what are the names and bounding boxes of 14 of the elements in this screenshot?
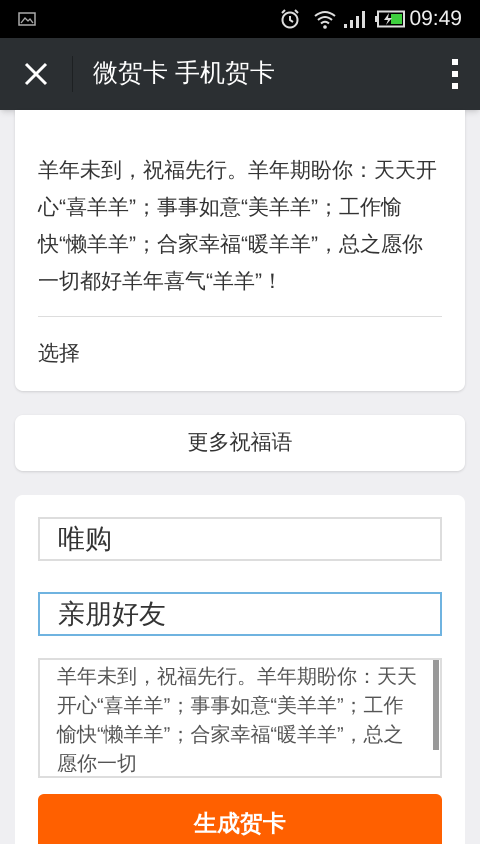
wifi-icon [313,9,338,29]
message-field[interactable]: 羊年未到，祝福先行。羊年期盼你：天天开心“喜羊羊”；事事如意“美羊羊”；工作愉快“懒羊羊”；合家幸福“暖羊羊”，总之愿你一切 [38,658,442,778]
text-field[interactable]: 唯购 [38,517,442,561]
battery-charging-icon [375,10,406,28]
clock-time: 09:49 [409,6,462,32]
text-field[interactable]: 亲朋好友 [38,592,442,636]
select-button[interactable]: 选择 [38,317,442,391]
more-greetings-button[interactable]: 更多祝福语 [15,415,465,471]
alarm-icon [279,8,302,30]
close-icon [24,62,48,86]
image-icon [18,12,36,26]
window-title: 微贺卡 手机贺卡 [93,58,276,90]
menu-icon [452,59,458,89]
greeting-message: 羊年未到，祝福先行。羊年期盼你：天天开心“喜羊羊”；事事如意“美羊羊”；工作愉快“懒羊羊”；合家幸福“暖羊羊”，总之愿你一切都好羊年喜气“羊羊”！ [38,158,438,295]
